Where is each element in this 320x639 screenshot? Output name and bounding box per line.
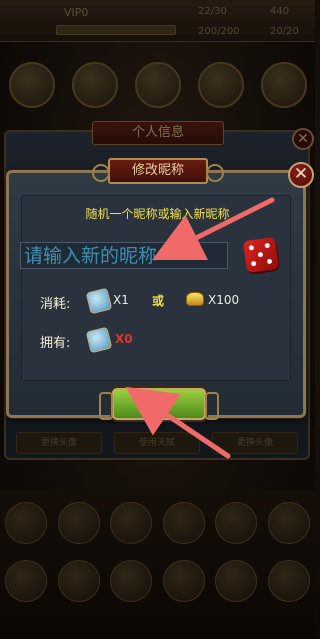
dialog-title: 修改昵称 — [92, 158, 224, 184]
close-icon[interactable]: ✕ — [288, 162, 314, 188]
cost-gold-quantity: X100 — [208, 293, 240, 307]
cost-label: 消耗: — [40, 297, 71, 312]
or-text: 或 — [152, 294, 165, 308]
gold-ingot-icon — [186, 292, 204, 306]
nickname-input[interactable] — [20, 242, 228, 269]
cost-card-quantity: X1 — [113, 293, 129, 307]
rename-prompt: 随机一个昵称或输入新昵称 — [85, 207, 230, 221]
owned-label: 拥有: — [40, 336, 71, 351]
confirm-button[interactable]: 确定 — [99, 388, 219, 420]
dice-icon[interactable] — [242, 236, 280, 274]
dialog-body — [21, 195, 291, 381]
owned-card-quantity: X0 — [115, 332, 133, 346]
